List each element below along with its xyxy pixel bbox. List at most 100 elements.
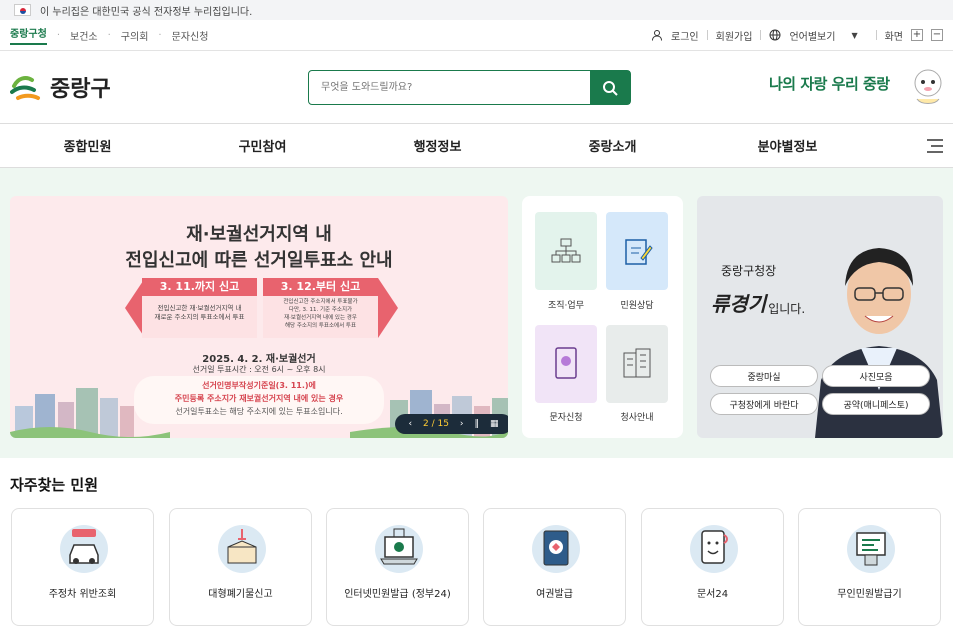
parking-violation-icon — [60, 525, 108, 573]
service-card-parking[interactable]: 주정차 위반조회 — [11, 508, 154, 626]
right-info-head: 3. 12.부터 신고 — [263, 278, 378, 296]
nav-item-admin-info[interactable]: 행정정보 — [350, 136, 525, 155]
nav-item-about[interactable]: 중랑소개 — [525, 136, 700, 155]
quick-item-organization[interactable] — [535, 212, 597, 290]
quick-menu: 조직·업무 민원상담 문자신청 청사안내 — [522, 196, 683, 438]
link-to-mayor[interactable]: 구청장에게 바란다 — [710, 393, 818, 415]
pause-icon[interactable]: ‖ — [474, 419, 479, 429]
site-link-gu-office[interactable]: 중랑구청 — [10, 25, 47, 45]
link-manifesto[interactable]: 공약(매니페스토) — [822, 393, 930, 415]
quick-item-consult[interactable] — [606, 212, 668, 290]
slogan-text: 나의 자랑 우리 중랑 — [769, 75, 890, 93]
korea-flag-icon — [14, 4, 31, 16]
service-label: 문서24 — [696, 589, 729, 600]
globe-icon — [769, 29, 781, 41]
document-pen-icon — [625, 239, 653, 265]
link-jungnang-masil[interactable]: 중랑마실 — [710, 365, 818, 387]
arrow-right-icon — [378, 278, 398, 338]
slider-controls: ‹ 2 / 15 › ‖ ▦ — [395, 414, 508, 434]
search-input[interactable] — [309, 71, 590, 104]
gov-banner: 이 누리집은 대한민국 공식 전자정부 누리집입니다. — [0, 0, 953, 20]
gov-notice: 이 누리집은 대한민국 공식 전자정부 누리집입니다. — [40, 6, 253, 18]
chevron-down-icon: ▼ — [851, 30, 858, 40]
search-form — [308, 70, 631, 105]
site-link-council[interactable]: 구의회 — [121, 28, 149, 43]
main-navigation: 종합민원 구민참여 행정정보 중랑소개 분야별정보 — [0, 124, 953, 168]
nav-item-by-field[interactable]: 분야별정보 — [700, 136, 875, 155]
separator-dot: · — [107, 29, 111, 41]
mayor-signature: 류경기 — [711, 292, 767, 316]
header: 중랑구 나의 자랑 우리 중랑 — [0, 51, 953, 124]
grid-icon[interactable]: ▦ — [490, 419, 499, 429]
slogan: 나의 자랑 우리 중랑 — [769, 73, 890, 94]
service-card-kiosk[interactable]: 무인민원발급기 — [798, 508, 941, 626]
login-link[interactable]: 로그인 — [671, 28, 699, 43]
separator-dot: · — [158, 29, 162, 41]
divider — [760, 30, 762, 40]
service-label: 무인민원발급기 — [837, 589, 902, 600]
mayor-name: 류경기 입니다. — [711, 288, 805, 317]
jungnang-logo-icon — [10, 76, 40, 100]
logo-text: 중랑구 — [50, 77, 111, 102]
search-icon — [603, 80, 618, 96]
smiley-document-icon — [690, 525, 738, 573]
separator-dot: · — [56, 29, 60, 41]
service-label: 주정차 위반조회 — [48, 589, 117, 600]
kiosk-icon — [847, 525, 895, 573]
utility-bar: 중랑구청 · 보건소 · 구의회 · 문자신청 로그인 회원가입 언어별보기 ▼… — [0, 20, 953, 51]
left-info-head: 3. 11.까지 신고 — [142, 278, 257, 296]
site-link-health-center[interactable]: 보건소 — [70, 28, 98, 43]
menu-icon[interactable] — [927, 139, 943, 153]
service-card-doc24[interactable]: 문서24 — [641, 508, 784, 626]
divider — [706, 30, 708, 40]
election-banner[interactable]: 재·보궐선거지역 내 전입신고에 따른 선거일투표소 안내 3. 11.까지 신… — [10, 196, 508, 438]
service-label: 대형폐기물신고 — [208, 589, 273, 600]
site-link-sms[interactable]: 문자신청 — [172, 28, 209, 43]
banner-title-line1: 재·보궐선거지역 내 — [186, 224, 332, 245]
mascot-icon — [914, 69, 942, 104]
crane-box-icon — [218, 525, 266, 573]
quick-label: 민원상담 — [620, 301, 654, 311]
service-card-gov24[interactable]: 인터넷민원발급 (정부24) — [326, 508, 469, 626]
search-button[interactable] — [590, 71, 630, 104]
quick-item-sms[interactable] — [535, 325, 597, 403]
zoom-in-button[interactable]: + — [911, 29, 923, 41]
left-info-body: 전입신고한 재·보궐선거지역 내 재로운 주소지의 투표소에서 투표 — [154, 304, 245, 321]
service-card-passport[interactable]: 여권발급 — [483, 508, 626, 626]
building-icon — [623, 348, 651, 378]
link-photo-gallery[interactable]: 사진모음 — [822, 365, 930, 387]
service-label: 여권발급 — [536, 589, 573, 600]
service-card-bulky-waste[interactable]: 대형폐기물신고 — [169, 508, 312, 626]
laptop-document-icon — [375, 525, 423, 573]
left-info-box: 3. 11.까지 신고 전입신고한 재·보궐선거지역 내 재로운 주소지의 투표… — [142, 278, 257, 338]
right-info-box: 3. 12.부터 신고 전입신고한 주소지에서 투표불가 다만, 3. 11. … — [263, 278, 378, 338]
mayor-suffix: 입니다. — [768, 302, 806, 316]
quick-item-building[interactable] — [606, 325, 668, 403]
org-chart-icon — [551, 238, 581, 263]
section-title: 자주찾는 민원 — [10, 476, 99, 494]
language-select[interactable]: 언어별보기 — [789, 28, 835, 43]
screen-label: 화면 — [884, 31, 903, 43]
mobile-message-icon — [555, 347, 577, 379]
quick-label: 문자신청 — [549, 413, 583, 423]
nav-item-participation[interactable]: 구민참여 — [175, 136, 350, 155]
next-arrow-icon[interactable]: › — [460, 419, 464, 429]
quick-label: 조직·업무 — [548, 301, 584, 311]
prev-arrow-icon[interactable]: ‹ — [408, 419, 412, 429]
mayor-panel: 중랑구청장 류경기 입니다. 중랑마실 사진모음 구청장에게 바란다 공약(매니… — [697, 196, 943, 438]
site-logo[interactable]: 중랑구 — [10, 71, 111, 103]
banner-title-line2: 전입신고에 따른 선거일투표소 안내 — [125, 250, 393, 271]
election-date: 2025. 4. 2. 재·보궐선거 — [202, 354, 316, 365]
right-info-body: 전입신고한 주소지에서 투표불가 다만, 3. 11. 기준 주소지가 재·보궐… — [283, 299, 358, 329]
divider — [875, 30, 877, 40]
main-visual: 재·보궐선거지역 내 전입신고에 따른 선거일투표소 안내 3. 11.까지 신… — [0, 168, 953, 458]
join-link[interactable]: 회원가입 — [716, 28, 753, 43]
user-icon — [652, 30, 663, 41]
mayor-title: 중랑구청장 — [721, 264, 777, 278]
passport-icon — [532, 525, 580, 573]
quick-label: 청사안내 — [620, 413, 654, 423]
zoom-out-button[interactable]: − — [931, 29, 943, 41]
nav-item-civil[interactable]: 종합민원 — [0, 136, 175, 155]
service-label: 인터넷민원발급 (정부24) — [344, 589, 451, 600]
slide-counter: 2 / 15 — [423, 419, 449, 429]
